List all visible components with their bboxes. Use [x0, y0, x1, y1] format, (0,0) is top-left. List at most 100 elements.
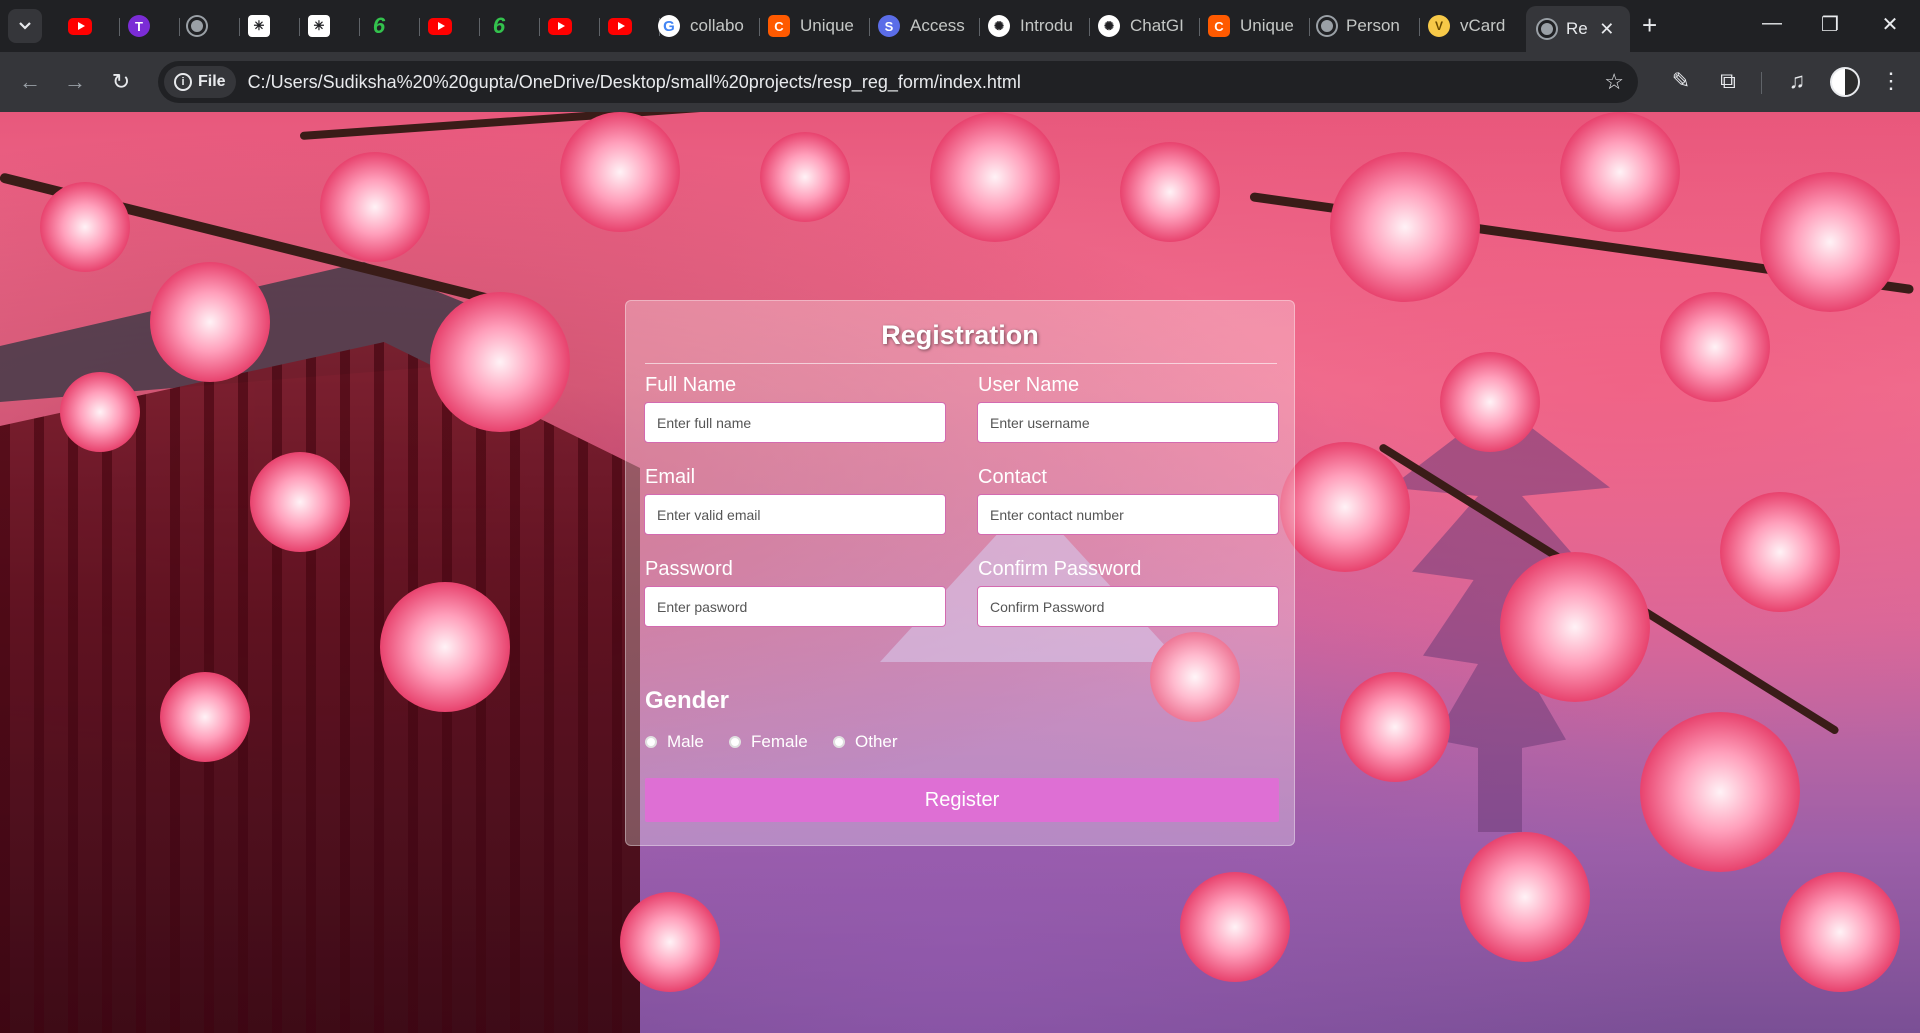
background-blossom	[1280, 442, 1410, 572]
tab-title: Access	[910, 16, 965, 35]
site-info-label: File	[198, 73, 226, 90]
extensions-icon[interactable]: ⧉	[1713, 68, 1743, 94]
tab[interactable]: S Access	[872, 8, 980, 44]
tab[interactable]: 6	[482, 8, 540, 44]
globe-icon	[1538, 20, 1556, 38]
tab[interactable]	[422, 8, 480, 44]
radio-button[interactable]	[645, 736, 657, 748]
youtube-icon	[608, 17, 632, 35]
tab-active[interactable]: Re ✕	[1526, 6, 1630, 52]
tab[interactable]: ✳	[242, 8, 300, 44]
background-blossom	[560, 112, 680, 232]
bookmark-star-icon[interactable]: ☆	[1604, 69, 1624, 95]
media-controls-icon[interactable]: ♫	[1782, 68, 1812, 94]
close-icon[interactable]: ✕	[1598, 19, 1616, 39]
tab[interactable]: ✳	[302, 8, 360, 44]
full-name-input[interactable]	[644, 402, 946, 443]
google-icon: G	[658, 15, 680, 37]
address-bar[interactable]: i File C:/Users/Sudiksha%20%20gupta/OneD…	[158, 61, 1638, 103]
ai-icon: ✳	[308, 15, 330, 37]
user-name-input[interactable]	[977, 402, 1279, 443]
tab-title: Unique	[800, 16, 854, 35]
background-blossom	[1460, 832, 1590, 962]
email-input[interactable]	[644, 494, 946, 535]
background-blossom	[1500, 552, 1650, 702]
contact-label: Contact	[978, 466, 1047, 488]
window-close-icon[interactable]: ✕	[1875, 12, 1905, 37]
background-blossom	[150, 262, 270, 382]
tab[interactable]	[542, 8, 600, 44]
url-text[interactable]: C:/Users/Sudiksha%20%20gupta/OneDrive/De…	[248, 72, 1021, 93]
full-name-label: Full Name	[645, 374, 737, 396]
background-blossom	[380, 582, 510, 712]
ai-icon: ✳	[248, 15, 270, 37]
profile-avatar[interactable]	[1830, 67, 1860, 97]
radio-button[interactable]	[833, 736, 845, 748]
tab-title: vCard	[1460, 16, 1506, 35]
background-blossom	[620, 892, 720, 992]
background-blossom	[430, 292, 570, 432]
register-button[interactable]: Register	[645, 778, 1279, 822]
reload-icon[interactable]: ↻	[107, 68, 135, 96]
forward-icon[interactable]: →	[61, 68, 89, 96]
background-blossom	[1340, 672, 1450, 782]
confirm-password-input[interactable]	[977, 586, 1279, 627]
tab-title: Introdu	[1020, 16, 1073, 35]
background-blossom	[760, 132, 850, 222]
tab[interactable]: ✺ ChatGI	[1092, 8, 1200, 44]
back-icon[interactable]: ←	[16, 68, 44, 96]
password-label: Password	[645, 558, 733, 580]
radio-label: Other	[855, 732, 898, 751]
tab[interactable]: C Unique	[1202, 8, 1310, 44]
tab[interactable]	[182, 8, 240, 44]
browser-toolbar: ← → ↻ i File C:/Users/Sudiksha%20%20gupt…	[0, 52, 1920, 112]
tor-icon: T	[128, 15, 150, 37]
tab[interactable]: 6	[362, 8, 420, 44]
site-info-chip[interactable]: i File	[164, 66, 236, 98]
globe-icon	[1318, 17, 1336, 35]
background-blossom	[60, 372, 140, 452]
tab[interactable]: V vCard	[1422, 8, 1532, 44]
background-blossom	[930, 112, 1060, 242]
contact-input[interactable]	[977, 494, 1279, 535]
tab-title: ChatGI	[1130, 16, 1184, 35]
openai-icon: ✺	[1098, 15, 1120, 37]
radio-label: Female	[751, 732, 808, 751]
new-tab-button[interactable]: +	[1642, 11, 1657, 39]
c-icon: C	[1208, 15, 1230, 37]
tab[interactable]: G collabo	[652, 8, 760, 44]
eyedropper-icon[interactable]: ✎	[1666, 68, 1696, 94]
password-input[interactable]	[644, 586, 946, 627]
tab[interactable]: T	[122, 8, 180, 44]
radio-button[interactable]	[729, 736, 741, 748]
gender-option-female[interactable]: Female	[729, 732, 808, 752]
confirm-password-label: Confirm Password	[978, 558, 1142, 580]
restore-icon[interactable]: ❐	[1815, 12, 1845, 37]
toolbar-divider	[1761, 72, 1762, 94]
form-title: Registration	[881, 320, 1039, 350]
gender-option-male[interactable]: Male	[645, 732, 704, 752]
tab[interactable]: C Unique	[762, 8, 870, 44]
info-icon: i	[174, 73, 192, 91]
tab-search-button[interactable]	[8, 9, 42, 43]
gender-option-other[interactable]: Other	[833, 732, 898, 752]
background-blossom	[250, 452, 350, 552]
tab[interactable]: ✺ Introdu	[982, 8, 1090, 44]
background-blossom	[160, 672, 250, 762]
chevron-down-icon	[19, 22, 31, 30]
email-label: Email	[645, 466, 696, 488]
tab-title: Person	[1346, 16, 1400, 35]
radio-label: Male	[667, 732, 704, 751]
background-blossom	[40, 182, 130, 272]
background-blossom	[1780, 872, 1900, 992]
minimize-icon[interactable]: —	[1757, 12, 1787, 35]
tab-title: Re	[1566, 19, 1588, 38]
vcard-icon: V	[1428, 15, 1450, 37]
tab[interactable]	[62, 8, 120, 44]
menu-kebab-icon[interactable]: ⋮	[1876, 68, 1906, 94]
background-blossom	[320, 152, 430, 262]
six-icon: 6	[492, 13, 506, 38]
tab[interactable]: Person	[1312, 8, 1420, 44]
tab-title: collabo	[690, 16, 744, 35]
globe-icon	[188, 17, 206, 35]
